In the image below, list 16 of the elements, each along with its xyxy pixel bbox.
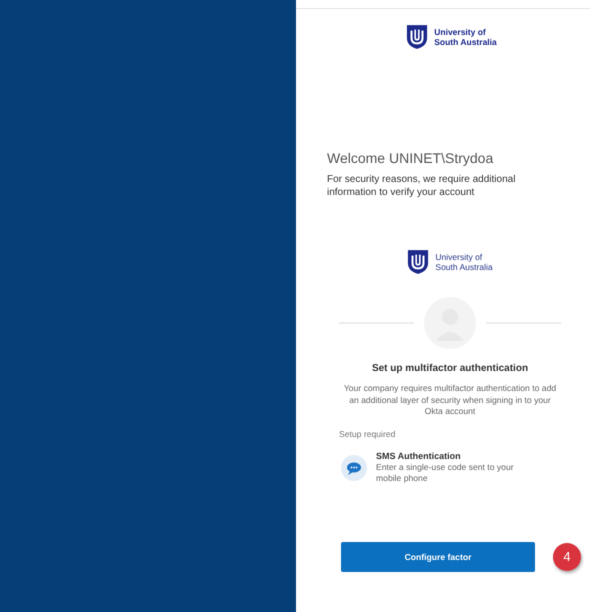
chat-bubble-icon bbox=[341, 454, 367, 480]
logo-text: University of bbox=[434, 27, 487, 37]
step-callout: 4 bbox=[553, 542, 581, 570]
logo-text: South Australia bbox=[435, 262, 493, 272]
factor-name: SMS Authentication bbox=[376, 450, 462, 460]
factor-description: Enter a single-use code sent to your mobile phone bbox=[376, 462, 515, 484]
shield-logo-icon bbox=[406, 24, 428, 50]
card-description: Your company requires multifactor authentication to add an additional layer of security when signing in to your Okta account bbox=[342, 383, 558, 418]
welcome-title: Welcome UNINET\Strydoa bbox=[327, 150, 494, 166]
logo-text: South Australia bbox=[434, 37, 497, 47]
section-label: Setup required bbox=[339, 428, 396, 438]
welcome-message: For security reasons, we require additional information to verify your account bbox=[327, 173, 516, 199]
shield-logo-icon bbox=[407, 249, 430, 275]
configure-factor-button[interactable]: Configure factor bbox=[341, 542, 535, 572]
card-title: Set up multifactor authentication bbox=[372, 363, 528, 374]
logo-text: University of bbox=[435, 252, 484, 262]
